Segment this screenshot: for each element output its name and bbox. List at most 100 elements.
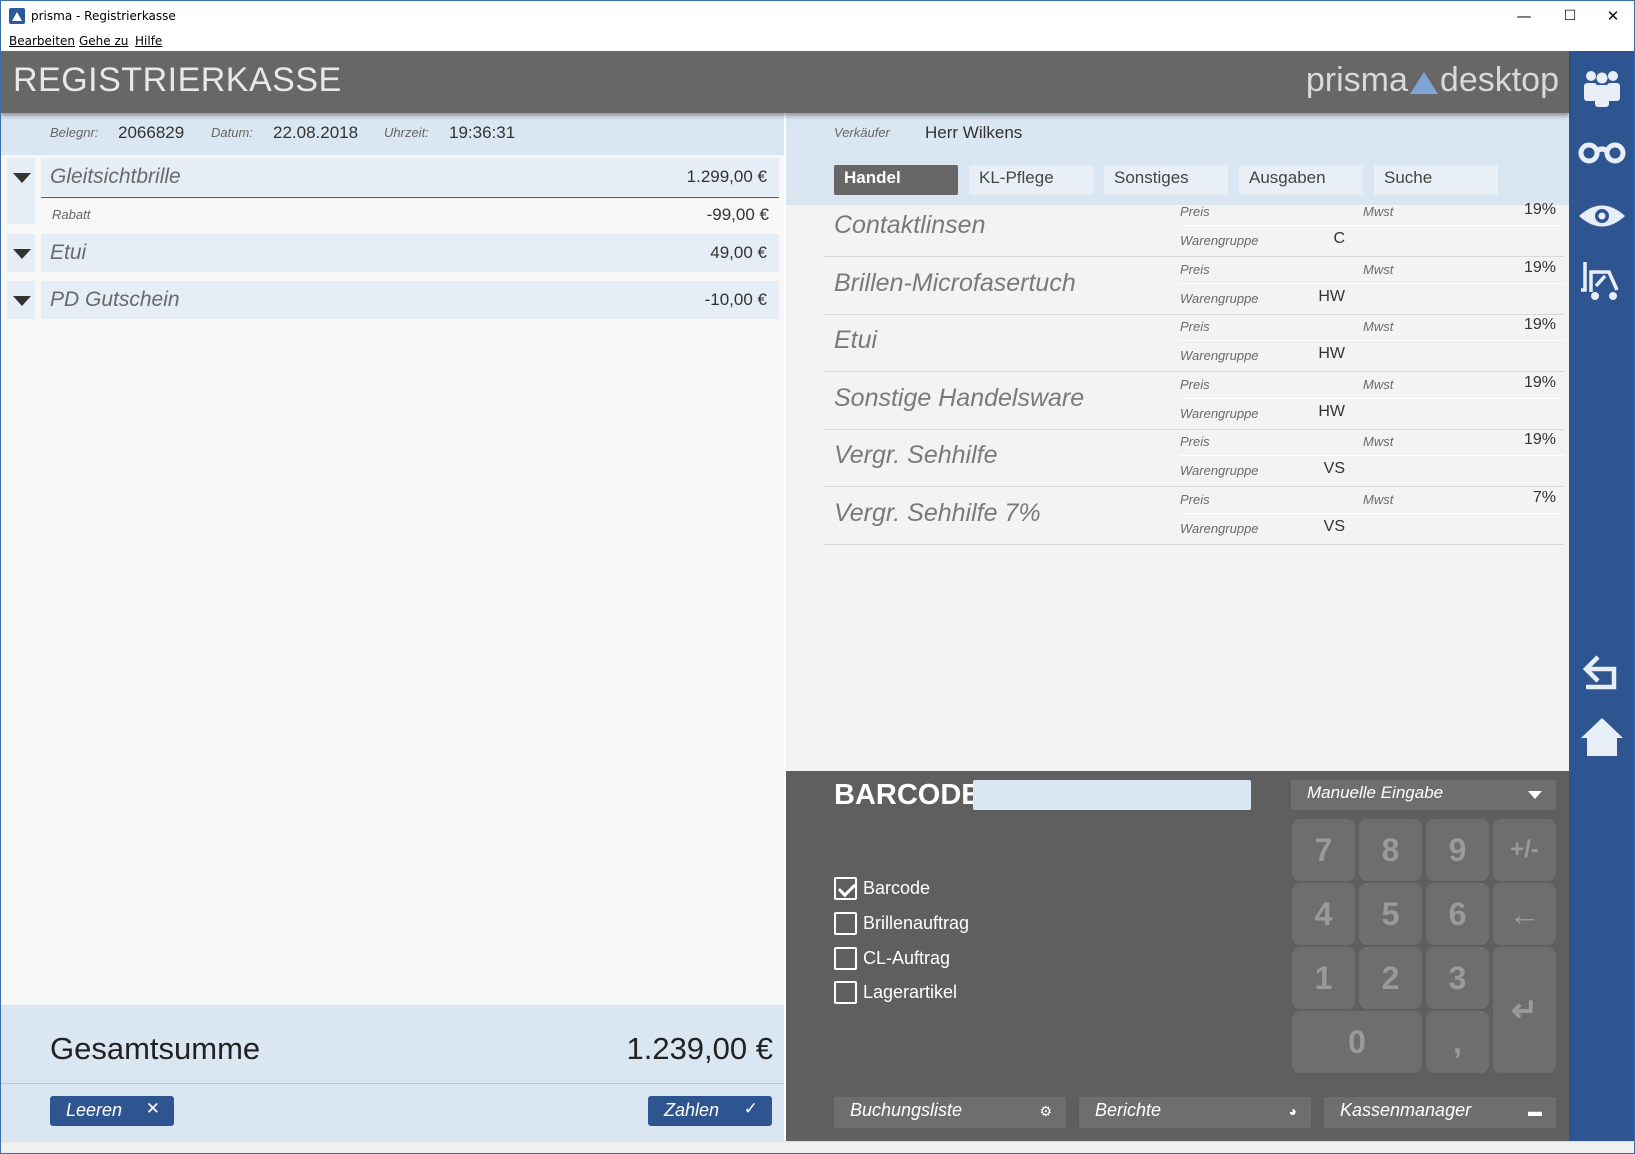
brand-text-left: prisma [1305,61,1408,99]
checkbox-icon[interactable] [834,981,857,1004]
datum-value: 22.08.2018 [273,123,359,142]
group-row: Warengruppe HW [1180,341,1564,370]
checkbox-icon[interactable] [834,912,857,935]
kassenmanager-button[interactable]: Kassenmanager ▬ [1324,1097,1556,1128]
input-mode-select[interactable]: Manuelle Eingabe [1291,780,1556,810]
tab-handel[interactable]: Handel [834,165,958,195]
buchungsliste-button[interactable]: Buchungsliste ⚙ [834,1097,1066,1128]
uhrzeit-value: 19:36:31 [449,123,516,142]
title-bar: prisma - Registrierkasse — ☐ ✕ [1,1,1634,31]
item-price: -10,00 € [704,290,767,309]
clear-button[interactable]: Leeren ✕ [50,1096,174,1126]
mwst-value: 19% [1523,201,1556,218]
brand-logo: prisma desktop [1306,61,1559,100]
eye-icon[interactable] [1569,188,1634,244]
product-row[interactable]: Contaktlinsen Preis Mwst 19% Warengruppe C [824,197,1564,257]
mwst-value: 19% [1523,259,1556,276]
key-comma[interactable]: , [1426,1011,1489,1073]
preis-label: Preis [1180,204,1210,219]
forklift-icon[interactable] [1569,253,1634,309]
minimize-button[interactable]: — [1501,1,1547,31]
warengruppe-label: Warengruppe [1180,463,1259,478]
mwst-label: Mwst [1363,204,1394,219]
backspace-arrow-icon[interactable]: ← [1493,883,1556,945]
product-row[interactable]: Sonstige Handelsware Preis Mwst 19% Warengru… [824,370,1564,430]
key-5[interactable]: 5 [1359,883,1422,945]
belegnr-label: Belegnr: [50,125,99,140]
product-name: Contaktlinsen [834,211,986,239]
checkbox-barcode[interactable]: Barcode [834,877,930,900]
back-arrow-icon[interactable] [1569,645,1634,701]
warengruppe-value: C [1333,230,1345,247]
checkbox-checked-icon[interactable] [834,877,857,900]
item-price: 1.299,00 € [686,167,767,186]
mwst-value: 7% [1532,489,1556,506]
discount-label: Rabatt [52,207,91,222]
product-row[interactable]: Vergr. Sehhilfe 7% Preis Mwst 7% Warengruppe… [824,485,1564,545]
product-row[interactable]: Brillen-Microfasertuch Preis Mwst 19% Wareng… [824,255,1564,315]
barcode-input[interactable] [973,780,1251,810]
berichte-label: Berichte [1095,1100,1162,1120]
price-row: Preis Mwst 19% [1180,427,1564,456]
total-value: 1.239,00 € [626,1031,773,1066]
menu-edit[interactable]: Bearbeiten [9,34,75,48]
key-9[interactable]: 9 [1426,819,1489,881]
close-x-icon: ✕ [145,1099,160,1118]
prisma-app-icon [9,8,25,24]
group-row: Warengruppe HW [1180,284,1564,313]
maximize-button[interactable]: ☐ [1547,1,1593,31]
menu-help[interactable]: Hilfe [135,34,162,48]
checkbox-label: Barcode [863,878,931,898]
enter-return-icon[interactable]: ↵ [1493,947,1556,1073]
menu-goto[interactable]: Gehe zu [79,34,128,48]
customers-icon[interactable] [1569,61,1634,117]
seller-name[interactable]: Herr Wilkens [925,123,1022,143]
menu-bar: Bearbeiten Gehe zu Hilfe [1,31,1634,51]
preis-label: Preis [1180,434,1210,449]
product-name: Vergr. Sehhilfe 7% [834,499,1041,527]
mwst-label: Mwst [1363,492,1394,507]
mwst-value: 19% [1523,316,1556,333]
warengruppe-label: Warengruppe [1180,348,1259,363]
price-row: Preis Mwst 19% [1180,312,1564,341]
product-row[interactable]: Vergr. Sehhilfe Preis Mwst 19% Warengruppe VS [824,427,1564,487]
checkbox-lagerartikel[interactable]: Lagerartikel [834,981,957,1004]
close-button[interactable]: ✕ [1590,1,1634,31]
key-4[interactable]: 4 [1292,883,1355,945]
receipt-panel: Belegnr: 2066829 Datum: 22.08.2018 Uhrze… [1,113,784,1141]
key-7[interactable]: 7 [1292,819,1355,881]
key-6[interactable]: 6 [1426,883,1489,945]
tab-sonstiges[interactable]: Sonstiges [1104,165,1228,195]
key-plus-minus[interactable]: +/- [1493,819,1556,881]
key-1[interactable]: 1 [1292,947,1355,1009]
key-0[interactable]: 0 [1292,1011,1422,1073]
expand-caret-icon[interactable] [7,281,35,319]
glasses-icon[interactable] [1569,123,1634,179]
key-8[interactable]: 8 [1359,819,1422,881]
seller-tabs-bar: Verkäufer Herr Wilkens Handel KL-Pflege … [786,113,1569,205]
tab-suche[interactable]: Suche [1374,165,1498,195]
warengruppe-value: HW [1318,288,1345,305]
checkbox-icon[interactable] [834,947,857,970]
home-icon[interactable] [1569,709,1634,765]
group-row: Warengruppe VS [1180,456,1564,485]
total-label: Gesamtsumme [50,1031,261,1066]
product-name: Sonstige Handelsware [834,384,1085,412]
expand-caret-icon[interactable] [7,158,35,224]
product-row[interactable]: Etui Preis Mwst 19% Warengruppe HW [824,312,1564,372]
tab-kl-pflege[interactable]: KL-Pflege [969,165,1093,195]
receipt-item[interactable]: Gleitsichtbrille 1.299,00 € [41,158,779,196]
berichte-button[interactable]: Berichte ◕ [1079,1097,1311,1128]
receipt-item[interactable]: Etui 49,00 € [41,234,779,272]
key-2[interactable]: 2 [1359,947,1422,1009]
pay-button[interactable]: Zahlen ✓ [648,1096,772,1126]
checkbox-cl-auftrag[interactable]: CL-Auftrag [834,947,950,970]
belegnr-value: 2066829 [118,123,185,142]
expand-caret-icon[interactable] [7,234,35,272]
price-row: Preis Mwst 19% [1180,370,1564,399]
checkbox-brillenauftrag[interactable]: Brillenauftrag [834,912,969,935]
checkbox-label: CL-Auftrag [863,948,951,968]
receipt-item[interactable]: PD Gutschein -10,00 € [41,281,779,319]
key-3[interactable]: 3 [1426,947,1489,1009]
tab-ausgaben[interactable]: Ausgaben [1239,165,1363,195]
